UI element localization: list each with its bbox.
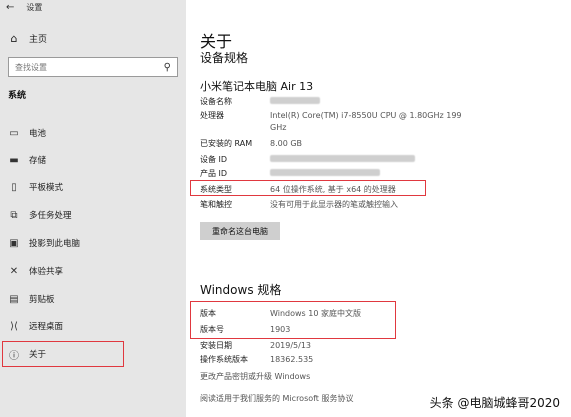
watermark-text: 头条 @电脑城蜂哥2020 — [429, 396, 560, 410]
sidebar-item-shared-experiences[interactable]: ✕ 体验共享 — [8, 263, 63, 279]
remote-desktop-icon: ⟩⟨ — [10, 320, 18, 332]
spec-key: 安装日期 — [200, 341, 232, 350]
sidebar-item-home[interactable]: ⌂ 主页 — [8, 32, 48, 45]
spec-value: 1903 — [270, 325, 291, 334]
section-title-system: 系统 — [8, 91, 27, 101]
sidebar-item-tablet-mode[interactable]: ▯ 平板模式 — [8, 179, 63, 195]
sidebar-item-label: 存储 — [29, 156, 47, 166]
search-input[interactable]: 查找设置 ⚲ — [8, 57, 178, 77]
spec-key: 笔和触控 — [200, 200, 232, 209]
sidebar-item-clipboard[interactable]: ▤ 剪贴板 — [8, 291, 55, 307]
spec-value: Intel(R) Core(TM) i7-8550U CPU @ 1.80GHz… — [270, 111, 462, 132]
spec-key: 操作系统版本 — [200, 355, 248, 364]
device-spec-heading: 设备规格 — [200, 51, 249, 65]
sidebar-item-multitasking[interactable]: ⧉ 多任务处理 — [8, 207, 72, 223]
home-icon: ⌂ — [10, 32, 18, 45]
back-arrow-icon[interactable]: ← — [6, 2, 14, 13]
spec-key: 产品 ID — [200, 169, 228, 178]
sidebar-item-label: 体验共享 — [29, 267, 64, 277]
spec-value: 2019/5/13 — [270, 341, 312, 350]
sidebar-item-battery[interactable]: ▭ 电池 — [8, 125, 46, 141]
sidebar-item-label: 多任务处理 — [29, 211, 72, 221]
search-placeholder: 查找设置 — [15, 62, 47, 72]
sidebar-item-label: 电池 — [29, 129, 47, 139]
spec-key: 设备 ID — [200, 155, 228, 164]
tablet-mode-icon: ▯ — [11, 181, 17, 193]
title-bar: ← 设置 — [6, 2, 42, 13]
service-agreement-link[interactable]: 阅读适用于我们服务的 Microsoft 服务协议 — [200, 393, 354, 404]
watermark: 头条 @电脑城蜂哥2020 — [426, 393, 563, 412]
sidebar: ← 设置 ⌂ 主页 查找设置 ⚲ 系统 ▭ 电池 ▬ 存储 ▯ 平板模式 ⧉ 多… — [0, 0, 186, 417]
spec-row-version: 版本号 1903 — [200, 324, 470, 336]
sidebar-item-label: 平板模式 — [29, 183, 64, 193]
rename-pc-button[interactable]: 重命名这台电脑 — [200, 222, 280, 240]
change-product-key-link[interactable]: 更改产品密钥或升级 Windows — [200, 371, 310, 382]
spec-value: Windows 10 家庭中文版 — [270, 309, 361, 318]
spec-row-product-id: 产品 ID — [200, 168, 470, 180]
spec-row-device-id: 设备 ID — [200, 154, 470, 166]
multitasking-icon: ⧉ — [10, 209, 18, 221]
projecting-icon: ▣ — [9, 237, 19, 249]
spec-key: 设备名称 — [200, 97, 232, 106]
home-label: 主页 — [29, 35, 48, 45]
sidebar-item-remote-desktop[interactable]: ⟩⟨ 远程桌面 — [8, 318, 63, 334]
spec-key: 版本号 — [200, 325, 224, 334]
windows-spec-heading: Windows 规格 — [200, 283, 282, 297]
search-icon[interactable]: ⚲ — [164, 62, 171, 73]
sidebar-item-projecting[interactable]: ▣ 投影到此电脑 — [8, 235, 80, 251]
sidebar-item-label: 远程桌面 — [29, 322, 64, 332]
storage-icon: ▬ — [9, 154, 19, 166]
spec-key: 已安装的 RAM — [200, 139, 253, 148]
spec-value-redacted — [270, 154, 470, 166]
sidebar-item-about[interactable]: ⓘ 关于 — [2, 341, 124, 367]
clipboard-icon: ▤ — [9, 293, 19, 305]
spec-row-device-name: 设备名称 — [200, 96, 470, 108]
spec-key: 处理器 — [200, 111, 224, 120]
spec-row-pen-touch: 笔和触控 没有可用于此显示器的笔或触控输入 — [200, 199, 470, 211]
spec-row-os-build: 操作系统版本 18362.535 — [200, 354, 470, 366]
sidebar-item-label: 剪贴板 — [29, 295, 55, 305]
info-icon: ⓘ — [9, 350, 19, 362]
spec-value: 18362.535 — [270, 355, 314, 364]
device-model-name: 小米笔记本电脑 Air 13 — [200, 80, 314, 93]
shared-experiences-icon: ✕ — [9, 265, 19, 277]
spec-row-ram: 已安装的 RAM 8.00 GB — [200, 138, 470, 150]
spec-value-redacted — [270, 168, 470, 180]
spec-row-processor: 处理器 Intel(R) Core(TM) i7-8550U CPU @ 1.8… — [200, 110, 470, 134]
spec-row-edition: 版本 Windows 10 家庭中文版 — [200, 308, 470, 320]
spec-key: 版本 — [200, 309, 216, 318]
sidebar-item-storage[interactable]: ▬ 存储 — [8, 152, 46, 168]
window-title: 设置 — [26, 3, 43, 12]
spec-row-system-type: 系统类型 64 位操作系统, 基于 x64 的处理器 — [200, 184, 470, 196]
spec-value: 64 位操作系统, 基于 x64 的处理器 — [270, 185, 396, 194]
spec-value: 8.00 GB — [270, 139, 303, 148]
main-content: 关于 设备规格 小米笔记本电脑 Air 13 设备名称 处理器 Intel(R)… — [186, 0, 571, 417]
spec-row-install-date: 安装日期 2019/5/13 — [200, 340, 470, 352]
sidebar-item-label: 投影到此电脑 — [29, 239, 81, 249]
sidebar-item-label: 关于 — [29, 350, 47, 360]
spec-value-redacted — [270, 96, 470, 108]
battery-icon: ▭ — [9, 127, 19, 139]
spec-key: 系统类型 — [200, 185, 232, 194]
spec-value: 没有可用于此显示器的笔或触控输入 — [270, 200, 398, 209]
